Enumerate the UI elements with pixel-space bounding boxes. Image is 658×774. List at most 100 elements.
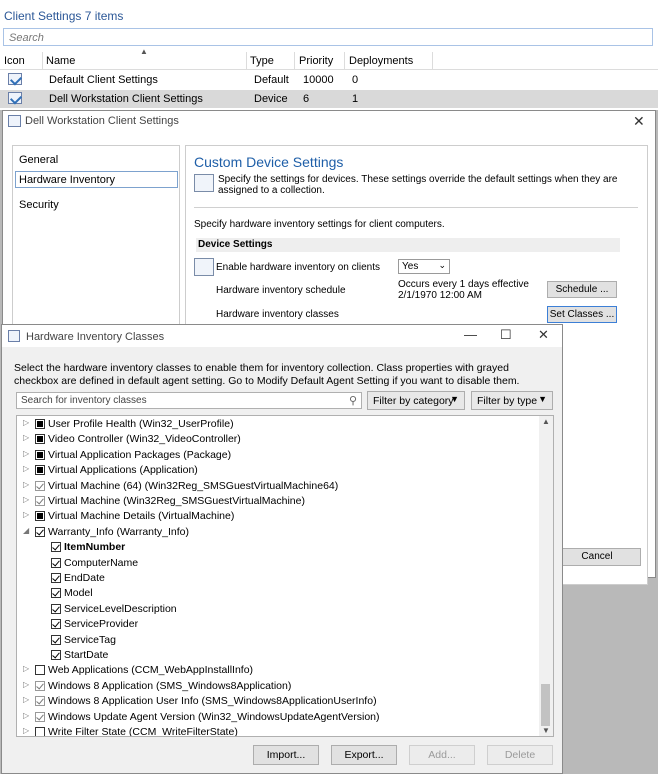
col-divider[interactable]: [432, 52, 433, 70]
expanded-arrow-icon[interactable]: ◢: [23, 526, 29, 535]
row-name: Default Client Settings: [49, 74, 158, 86]
tree-item-label: Warranty_Info (Warranty_Info): [48, 525, 190, 538]
content-subtitle: Specify hardware inventory settings for …: [194, 219, 445, 230]
schedule-label: Hardware inventory schedule: [216, 285, 346, 296]
list-title-text: Client Settings: [4, 9, 82, 23]
checkbox[interactable]: [51, 603, 61, 614]
tree-item-label: Video Controller (Win32_VideoController): [48, 433, 241, 446]
add-button[interactable]: Add...: [409, 745, 475, 765]
tree-item-label: Windows Update Agent Version (Win32_Wind…: [48, 710, 380, 723]
caret-down-icon: ▼: [538, 394, 547, 404]
collapsed-arrow-icon[interactable]: ▷: [23, 695, 29, 704]
checkbox[interactable]: [35, 727, 45, 736]
col-deployments[interactable]: Deployments: [349, 55, 413, 67]
col-divider[interactable]: [42, 52, 43, 70]
checkbox[interactable]: [51, 573, 61, 583]
enable-inventory-select[interactable]: Yes ⌄: [398, 259, 450, 274]
collapsed-arrow-icon[interactable]: ▷: [23, 680, 29, 689]
list-search-input[interactable]: Search: [3, 28, 653, 46]
collapsed-arrow-icon[interactable]: ▷: [23, 495, 29, 504]
content-description: Specify the settings for devices. These …: [218, 174, 618, 196]
row-name: Dell Workstation Client Settings: [49, 93, 203, 105]
tree-item-label: Virtual Machine (Win32Reg_SMSGuestVirtua…: [48, 495, 305, 507]
checkbox[interactable]: [51, 588, 61, 599]
tree-item-label: EndDate: [64, 572, 105, 584]
nav-item-hardware-inventory[interactable]: Hardware Inventory: [15, 171, 178, 188]
scroll-up-icon[interactable]: ▲: [542, 417, 550, 426]
col-priority[interactable]: Priority: [299, 55, 333, 67]
row-priority: 10000: [303, 74, 334, 86]
checkbox[interactable]: [35, 465, 45, 476]
collapsed-arrow-icon[interactable]: ▷: [23, 464, 29, 473]
checkbox[interactable]: [35, 511, 45, 522]
collapsed-arrow-icon[interactable]: ▷: [23, 449, 29, 458]
checkbox[interactable]: [35, 711, 45, 722]
chevron-down-icon: ⌄: [438, 260, 446, 270]
checkbox[interactable]: [35, 419, 45, 429]
enable-label: Enable hardware inventory on clients: [216, 262, 380, 273]
col-divider[interactable]: [294, 52, 295, 70]
client-settings-icon: [8, 73, 22, 85]
collapsed-arrow-icon[interactable]: ▷: [23, 510, 29, 519]
tree-item-label: Virtual Applications (Application): [48, 464, 198, 477]
tree-item-label: Virtual Machine Details (VirtualMachine): [48, 510, 235, 523]
filter-by-type-button[interactable]: Filter by type ▼: [471, 391, 553, 410]
scroll-thumb[interactable]: [541, 684, 550, 726]
col-divider[interactable]: [246, 52, 247, 70]
checkbox[interactable]: [51, 542, 61, 553]
checkbox[interactable]: [35, 449, 45, 460]
checkbox[interactable]: [35, 496, 45, 506]
export-button[interactable]: Export...: [331, 745, 397, 765]
device-settings-label: Device Settings: [198, 239, 273, 250]
client-settings-icon: [8, 92, 22, 104]
checkbox[interactable]: [35, 665, 45, 676]
col-type[interactable]: Type: [250, 55, 274, 67]
scroll-down-icon[interactable]: ▼: [542, 726, 550, 735]
collapsed-arrow-icon[interactable]: ▷: [23, 418, 29, 427]
collapsed-arrow-icon[interactable]: ▷: [23, 726, 29, 735]
table-row[interactable]: Default Client Settings Default 10000 0: [0, 71, 658, 89]
cancel-button[interactable]: Cancel: [553, 548, 641, 566]
close-icon[interactable]: ✕: [538, 327, 549, 343]
col-icon[interactable]: Icon: [4, 55, 25, 67]
checkbox[interactable]: [51, 619, 61, 630]
nav-item-security[interactable]: Security: [19, 199, 59, 211]
table-row[interactable]: Dell Workstation Client Settings Device …: [0, 90, 658, 108]
row-priority: 6: [303, 93, 310, 105]
import-button[interactable]: Import...: [253, 745, 319, 765]
maximize-icon[interactable]: ☐: [500, 327, 512, 343]
delete-button[interactable]: Delete: [487, 745, 553, 765]
checkbox[interactable]: [35, 696, 45, 707]
collapsed-arrow-icon[interactable]: ▷: [23, 433, 29, 442]
checkbox[interactable]: [35, 480, 45, 491]
search-icon[interactable]: ⚲: [349, 394, 357, 407]
checkbox[interactable]: [35, 526, 45, 537]
tree-item-label: ItemNumber: [64, 541, 126, 554]
col-divider[interactable]: [344, 52, 345, 70]
schedule-button[interactable]: Schedule ...: [547, 281, 617, 298]
checkbox[interactable]: [51, 557, 61, 568]
row-type: Device: [254, 93, 288, 105]
vertical-scrollbar[interactable]: ▲ ▼: [539, 416, 553, 736]
nav-item-general[interactable]: General: [19, 154, 58, 166]
caret-down-icon: ▼: [450, 394, 459, 404]
close-icon[interactable]: ✕: [633, 113, 645, 130]
inventory-search-input[interactable]: Search for inventory classes ⚲: [16, 392, 362, 409]
inventory-class-tree: ▷ User Profile Health (Win32_UserProfile)…: [16, 415, 554, 737]
set-classes-button[interactable]: Set Classes ...: [547, 306, 617, 323]
checkbox[interactable]: [35, 434, 45, 445]
collapsed-arrow-icon[interactable]: ▷: [23, 480, 29, 489]
row-deployments: 0: [352, 74, 359, 86]
minimize-icon[interactable]: —: [464, 327, 477, 342]
collapsed-arrow-icon[interactable]: ▷: [23, 664, 29, 673]
list-header: Icon Name ▲ Type Priority Deployments: [0, 47, 658, 70]
tree-item-label: Write Filter State (CCM_WriteFilterState…: [48, 726, 238, 737]
row-type: Default: [254, 74, 289, 86]
checkbox[interactable]: [51, 634, 61, 645]
checkbox[interactable]: [51, 650, 61, 660]
filter-by-category-button[interactable]: Filter by category ▼: [367, 391, 465, 410]
checkbox[interactable]: [35, 680, 45, 691]
col-name[interactable]: Name: [46, 55, 75, 67]
settings-window-icon: [8, 115, 21, 127]
collapsed-arrow-icon[interactable]: ▷: [23, 711, 29, 720]
